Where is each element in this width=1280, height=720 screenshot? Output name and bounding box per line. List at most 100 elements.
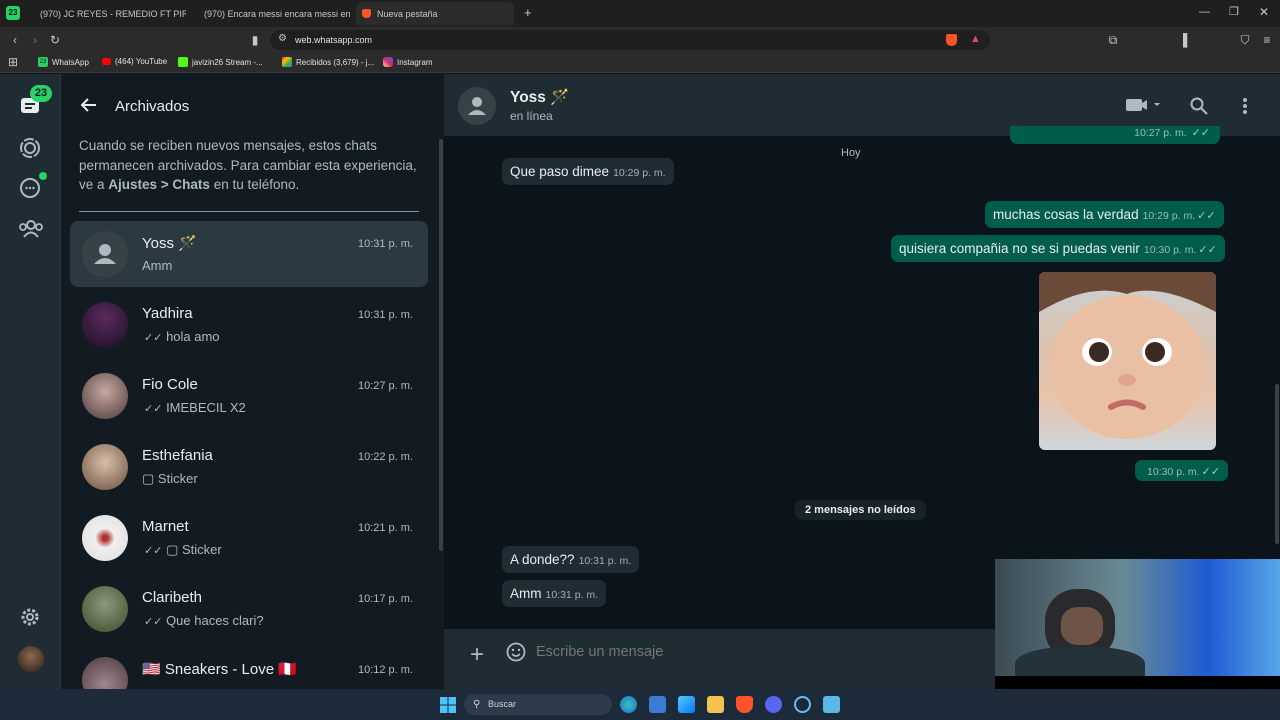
message-incoming[interactable]: Que paso dimee 10:29 p. m. — [502, 158, 674, 185]
image-timestamp: 10:30 p. m. ✓✓ — [1135, 460, 1228, 481]
message-incoming[interactable]: Amm 10:31 p. m. — [502, 580, 607, 607]
profile-avatar[interactable] — [18, 646, 44, 672]
brave-shields-icon[interactable] — [946, 34, 957, 46]
settings-icon[interactable] — [18, 605, 42, 629]
bookmark-label: Instagram — [397, 57, 433, 67]
bookmark-gmail[interactable]: Recibidos (3,679) - j... — [282, 57, 374, 67]
youtube-icon — [102, 58, 111, 65]
forward-icon[interactable]: › — [28, 33, 42, 47]
search-icon[interactable] — [1190, 97, 1208, 120]
emoji-sticker-icon[interactable] — [506, 642, 526, 667]
steam-icon[interactable] — [794, 696, 811, 713]
chat-item-sneakers[interactable]: 🇺🇸 Sneakers - Love 🇵🇪 10:12 p. m. — [70, 647, 428, 689]
archived-title: Archivados — [115, 98, 190, 115]
chat-time: 10:27 p. m. — [357, 380, 413, 392]
date-separator: Hoy — [841, 147, 861, 159]
double-check-icon: ✓✓ — [1191, 127, 1210, 139]
discord-icon[interactable] — [765, 696, 782, 713]
channels-icon[interactable] — [18, 176, 42, 200]
default-avatar — [82, 231, 128, 277]
minimize-icon[interactable]: — — [1199, 6, 1210, 18]
gmail-icon — [282, 57, 292, 67]
message-outgoing[interactable]: muchas cosas la verdad 10:29 p. m. ✓✓ — [985, 201, 1224, 228]
new-tab-button[interactable]: + — [524, 5, 532, 20]
contact-photo — [82, 373, 128, 419]
double-check-icon: ✓✓ — [144, 545, 163, 557]
chat-item-marnet[interactable]: Marnet 10:21 p. m. ✓✓ ▢ Sticker — [70, 505, 428, 571]
conversation-scrollbar[interactable] — [1275, 384, 1279, 544]
more-options-icon[interactable] — [1242, 97, 1248, 120]
tab-encara-messi[interactable]: (970) Encara messi encara messi enc — [192, 2, 350, 25]
conversation-pane: Yoss 🪄 en línea 10:27 p. m. ✓✓ Hoy Que p… — [444, 74, 1280, 689]
chat-item-esthefania[interactable]: Esthefania 10:22 p. m. ▢ Sticker — [70, 434, 428, 500]
photos-icon[interactable] — [678, 696, 695, 713]
brave-taskbar-icon[interactable] — [736, 696, 753, 713]
nav-rail: 23 — [0, 74, 61, 689]
notepad-icon[interactable] — [823, 696, 840, 713]
bookmarks-bar: ⊞ 23 WhatsApp (464) YouTube javizin26 St… — [0, 53, 1280, 73]
sticker-image[interactable] — [1039, 272, 1216, 450]
bookmark-label: WhatsApp — [52, 57, 89, 67]
chat-time: 10:17 p. m. — [357, 593, 413, 605]
webcam-face — [1061, 607, 1103, 645]
brave-rewards-icon[interactable]: ▲ — [970, 33, 981, 45]
list-scrollbar[interactable] — [439, 139, 443, 551]
chat-name: Marnet — [142, 518, 189, 535]
file-explorer-icon[interactable] — [707, 696, 724, 713]
chat-item-yadhira[interactable]: Yadhira 10:31 p. m. ✓✓ hola amo — [70, 292, 428, 358]
reload-icon[interactable]: ↻ — [48, 33, 62, 47]
sidebar-icon[interactable]: ▐ — [1176, 33, 1190, 47]
message-outgoing[interactable]: quisiera compañia no se si puedas venir 1… — [891, 235, 1225, 262]
bookmark-kick[interactable]: javizin26 Stream -... — [178, 57, 263, 67]
communities-icon[interactable] — [18, 217, 43, 241]
extensions-icon[interactable]: ⧉ — [1106, 33, 1120, 47]
message-input[interactable] — [536, 639, 996, 665]
settings-path: Ajustes > Chats — [108, 177, 210, 192]
chat-item-claribeth[interactable]: Claribeth 10:17 p. m. ✓✓ Que haces clari… — [70, 576, 428, 642]
chat-item-yoss[interactable]: Yoss 🪄 10:31 p. m. Amm — [70, 221, 428, 287]
tab-nueva-pestana[interactable]: Nueva pestaña — [356, 2, 514, 25]
close-icon[interactable]: ✕ — [1259, 5, 1269, 19]
chat-preview: ✓✓ IMEBECIL X2 — [144, 400, 246, 415]
chat-time: 10:12 p. m. — [357, 664, 413, 676]
chat-name: Fio Cole — [142, 376, 198, 393]
back-arrow-icon[interactable] — [79, 95, 99, 120]
double-check-icon: ✓✓ — [144, 616, 163, 628]
chat-item-fio-cole[interactable]: Fio Cole 10:27 p. m. ✓✓ IMEBECIL X2 — [70, 363, 428, 429]
webcam-bottom-bar — [995, 676, 1280, 689]
chat-preview: ▢ Sticker — [142, 471, 198, 486]
contact-photo — [82, 302, 128, 348]
bookmark-youtube[interactable]: (464) YouTube — [102, 57, 167, 66]
menu-icon[interactable]: ≡ — [1260, 33, 1274, 47]
bookmark-instagram[interactable]: Instagram — [383, 57, 433, 67]
whatsapp-icon: 23 — [38, 57, 48, 67]
status-icon[interactable] — [18, 136, 42, 160]
contact-status: en línea — [510, 109, 553, 123]
address-bar[interactable]: ⚙ web.whatsapp.com ▲ — [270, 30, 990, 50]
contact-photo — [82, 515, 128, 561]
bookmark-icon[interactable]: ▮ — [248, 33, 262, 47]
browser-tab-bar: 23 (970) JC REYES - REMEDIO FT PIRLO (97… — [0, 0, 1280, 27]
divider — [79, 211, 419, 212]
taskbar-search[interactable]: ⚲ Buscar — [464, 694, 612, 715]
contact-avatar[interactable] — [458, 87, 496, 125]
store-icon[interactable] — [649, 696, 666, 713]
apps-grid-icon[interactable]: ⊞ — [6, 55, 20, 69]
wallet-icon[interactable]: ⛉ — [1238, 33, 1252, 47]
contact-name[interactable]: Yoss 🪄 — [510, 88, 570, 107]
bookmark-whatsapp[interactable]: 23 WhatsApp — [38, 57, 89, 67]
restore-icon[interactable]: ❐ — [1229, 5, 1239, 18]
tab-label: Nueva pestaña — [377, 8, 438, 19]
back-icon[interactable]: ‹ — [8, 33, 22, 47]
message-incoming[interactable]: A donde?? 10:31 p. m. — [502, 546, 640, 573]
video-call-icon[interactable] — [1126, 97, 1160, 118]
site-info-icon[interactable]: ⚙ — [278, 33, 287, 44]
chat-time: 10:31 p. m. — [357, 238, 413, 250]
tab-jc-reyes[interactable]: (970) JC REYES - REMEDIO FT PIRLO — [28, 2, 186, 25]
profile-badge[interactable]: 23 — [6, 6, 20, 20]
start-icon[interactable] — [440, 697, 456, 718]
chat-name: Yoss 🪄 — [142, 235, 197, 252]
double-check-icon: ✓✓ — [1197, 210, 1216, 222]
attach-plus-icon[interactable]: + — [470, 643, 484, 667]
edge-icon[interactable] — [620, 696, 637, 713]
